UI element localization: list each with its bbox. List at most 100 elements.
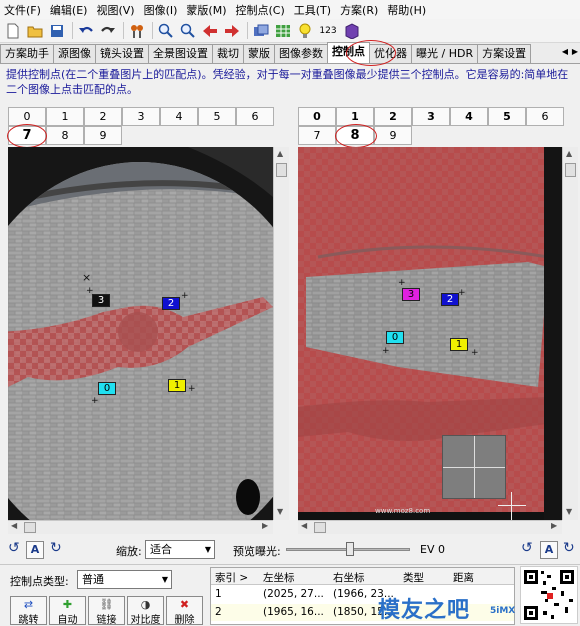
control-point-marker[interactable]: + <box>458 289 466 298</box>
control-point-marker[interactable]: + <box>382 347 390 356</box>
left-point-label-1[interactable]: 1 <box>168 379 186 392</box>
left-image-tab-3[interactable]: 3 <box>122 107 160 126</box>
fast-preview-icon[interactable] <box>273 21 292 40</box>
tab-project-settings[interactable]: 方案设置 <box>477 44 532 63</box>
menu-view[interactable]: 视图(V) <box>96 2 134 18</box>
right-image-tab-5[interactable]: 5 <box>488 107 526 126</box>
scroll-up-icon[interactable]: ▲ <box>566 149 572 158</box>
tab-crop[interactable]: 裁切 <box>212 44 244 63</box>
tab-mask[interactable]: 蒙版 <box>243 44 275 63</box>
scroll-right-icon[interactable]: ▶ <box>570 47 580 61</box>
tab-source-images[interactable]: 源图像 <box>53 44 96 63</box>
column-header-type[interactable]: 类型 <box>403 570 424 585</box>
exposure-slider-thumb[interactable] <box>346 542 354 556</box>
left-image-tab-9[interactable]: 9 <box>84 126 122 145</box>
menu-control-points[interactable]: 控制点(C) <box>235 2 284 18</box>
right-horizontal-scroll-thumb[interactable] <box>314 522 326 533</box>
scroll-down-icon[interactable]: ▼ <box>277 507 283 516</box>
numbers-icon[interactable]: 123 <box>317 21 339 40</box>
left-image-tab-4[interactable]: 4 <box>160 107 198 126</box>
contrast-button[interactable]: ◑ 对比度 <box>127 596 164 626</box>
redo-icon[interactable] <box>98 21 117 40</box>
zoom-out-icon[interactable] <box>178 21 197 40</box>
right-image-tab-6[interactable]: 6 <box>526 107 564 126</box>
cp-type-select[interactable]: 普通 ▼ <box>77 570 172 589</box>
control-point-marker[interactable]: + <box>181 292 189 301</box>
zoom-select[interactable]: 适合 ▼ <box>145 540 215 559</box>
left-image-tab-8[interactable]: 8 <box>46 126 84 145</box>
menu-tools[interactable]: 工具(T) <box>294 2 331 18</box>
menu-file[interactable]: 文件(F) <box>4 2 41 18</box>
left-image-view[interactable]: 3 2 0 1 × + + + + <box>8 147 273 520</box>
jump-button[interactable]: ⇄ 跳转 <box>10 596 47 626</box>
left-auto-add-button[interactable]: A <box>26 541 44 559</box>
left-horizontal-scroll-thumb[interactable] <box>24 522 36 533</box>
control-point-marker[interactable]: + <box>398 279 406 288</box>
previous-icon[interactable] <box>200 21 219 40</box>
right-image-tab-7[interactable]: 7 <box>298 126 336 145</box>
left-point-label-2[interactable]: 2 <box>162 297 180 310</box>
left-image-tab-1[interactable]: 1 <box>46 107 84 126</box>
lightbulb-icon[interactable] <box>295 21 314 40</box>
menu-image[interactable]: 图像(I) <box>144 2 178 18</box>
menu-mask[interactable]: 蒙版(M) <box>186 2 226 18</box>
open-folder-icon[interactable] <box>25 21 44 40</box>
control-point-marker[interactable]: + <box>188 385 196 394</box>
control-point-marker[interactable]: + <box>471 349 479 358</box>
scroll-right-icon[interactable]: ▶ <box>262 521 268 530</box>
right-image-tab-0[interactable]: 0 <box>298 107 336 126</box>
left-image-tab-2[interactable]: 2 <box>84 107 122 126</box>
left-horizontal-scrollbar[interactable]: ◀ ▶ <box>8 520 273 534</box>
rotate-left-icon[interactable]: ↺ <box>521 540 533 556</box>
rotate-right-icon[interactable]: ↻ <box>50 540 62 556</box>
column-header-left-coord[interactable]: 左坐标 <box>263 570 295 585</box>
left-image-tab-6[interactable]: 6 <box>236 107 274 126</box>
rotate-left-icon[interactable]: ↺ <box>8 540 20 556</box>
right-image-tab-2[interactable]: 2 <box>374 107 412 126</box>
auto-button[interactable]: ✚ 自动 <box>49 596 86 626</box>
column-header-distance[interactable]: 距离 <box>453 570 474 585</box>
stitch-icon[interactable] <box>342 21 361 40</box>
delete-button[interactable]: ✖ 删除 <box>166 596 203 626</box>
scroll-left-icon[interactable]: ◀ <box>560 47 570 61</box>
right-auto-add-button[interactable]: A <box>540 541 558 559</box>
column-header-index[interactable]: 索引 > <box>215 570 248 585</box>
preview-icon[interactable] <box>251 21 270 40</box>
tab-panorama-settings[interactable]: 全景图设置 <box>148 44 213 63</box>
control-point-marker[interactable]: × <box>82 272 91 283</box>
tab-assistant[interactable]: 方案助手 <box>0 44 54 63</box>
right-vertical-scroll-thumb[interactable] <box>565 163 576 177</box>
zoom-in-icon[interactable] <box>156 21 175 40</box>
control-point-marker[interactable]: + <box>91 397 99 406</box>
tab-lens-settings[interactable]: 镜头设置 <box>95 44 149 63</box>
menu-help[interactable]: 帮助(H) <box>387 2 426 18</box>
right-vertical-scrollbar[interactable]: ▲ ▼ <box>562 147 578 520</box>
menu-project[interactable]: 方案(R) <box>340 2 378 18</box>
left-vertical-scroll-thumb[interactable] <box>276 163 287 177</box>
right-image-tab-4[interactable]: 4 <box>450 107 488 126</box>
scroll-up-icon[interactable]: ▲ <box>277 149 283 158</box>
next-icon[interactable] <box>222 21 241 40</box>
column-header-right-coord[interactable]: 右坐标 <box>333 570 365 585</box>
right-point-label-3[interactable]: 3 <box>402 288 420 301</box>
left-image-tab-5[interactable]: 5 <box>198 107 236 126</box>
save-icon[interactable] <box>47 21 66 40</box>
right-point-label-0[interactable]: 0 <box>386 331 404 344</box>
right-image-tab-9[interactable]: 9 <box>374 126 412 145</box>
left-point-label-3[interactable]: 3 <box>92 294 110 307</box>
tab-scroll-arrows[interactable]: ◀ ▶ <box>560 47 580 61</box>
tab-image-parameters[interactable]: 图像参数 <box>274 44 328 63</box>
scroll-right-icon[interactable]: ▶ <box>551 521 557 530</box>
scroll-left-icon[interactable]: ◀ <box>11 521 17 530</box>
link-button[interactable]: ⛓ 链接 <box>88 596 125 626</box>
scroll-left-icon[interactable]: ◀ <box>301 521 307 530</box>
new-document-icon[interactable] <box>3 21 22 40</box>
left-vertical-scrollbar[interactable]: ▲ ▼ <box>273 147 289 520</box>
menu-edit[interactable]: 编辑(E) <box>50 2 88 18</box>
right-horizontal-scrollbar[interactable]: ◀ ▶ <box>298 520 562 534</box>
scroll-down-icon[interactable]: ▼ <box>566 507 572 516</box>
right-image-tab-3[interactable]: 3 <box>412 107 450 126</box>
right-point-label-2[interactable]: 2 <box>441 293 459 306</box>
undo-icon[interactable] <box>76 21 95 40</box>
control-points-icon[interactable] <box>127 21 146 40</box>
